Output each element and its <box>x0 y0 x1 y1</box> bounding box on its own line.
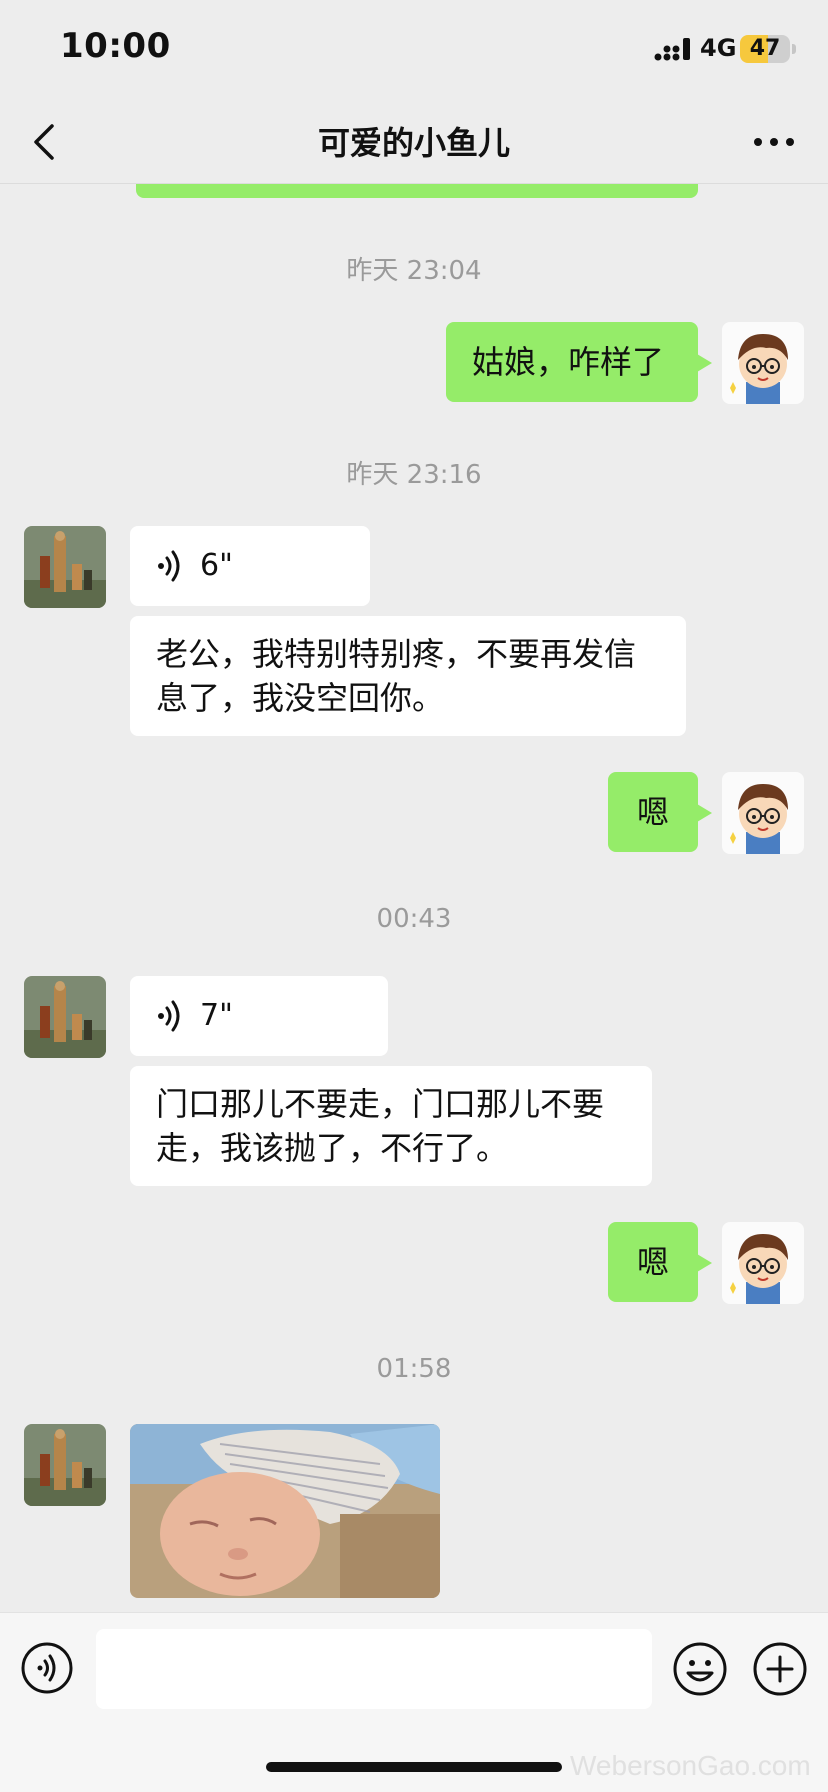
message-text-line: 息了，我没空回你。 <box>156 679 445 717</box>
home-indicator[interactable] <box>266 1762 562 1772</box>
message-text: 嗯 <box>636 1243 669 1281</box>
status-time: 10:00 <box>60 26 171 66</box>
message-timestamp: 01:58 <box>376 1354 452 1384</box>
previous-message-bubble[interactable] <box>136 184 698 198</box>
more-options-icon[interactable] <box>750 124 798 160</box>
voice-duration: 6" <box>200 548 233 583</box>
message-timestamp: 00:43 <box>376 904 452 934</box>
contact-photo-avatar-icon <box>24 976 106 1058</box>
incoming-message-bubble[interactable]: 老公，我特别特别疼，不要再发信 息了，我没空回你。 <box>130 616 686 736</box>
message-text: 嗯 <box>636 793 669 831</box>
contact-avatar[interactable] <box>24 1424 106 1506</box>
battery-cap <box>792 44 796 54</box>
outgoing-message-bubble[interactable]: 嗯 <box>608 772 712 852</box>
contact-photo-avatar-icon <box>24 526 106 608</box>
voice-wave-icon <box>158 550 180 582</box>
message-text-line: 走，我该抛了，不行了。 <box>156 1129 509 1167</box>
outgoing-message-bubble[interactable]: 姑娘，咋样了 <box>446 322 712 402</box>
message-text: 姑娘，咋样了 <box>472 343 665 381</box>
emoji-icon[interactable] <box>672 1641 728 1697</box>
my-avatar[interactable] <box>722 1222 804 1304</box>
battery-level: 47 <box>749 36 781 61</box>
contact-photo-avatar-icon <box>24 1424 106 1506</box>
message-text-line: 老公，我特别特别疼，不要再发信 <box>156 635 637 673</box>
my-avatar[interactable] <box>722 772 804 854</box>
status-bar: 10:00 4G 47 <box>0 0 828 100</box>
chat-title: 可爱的小鱼儿 <box>317 124 510 162</box>
voice-input-toggle-icon[interactable] <box>20 1641 74 1695</box>
contact-avatar[interactable] <box>24 526 106 608</box>
voice-wave-icon <box>158 1000 180 1032</box>
chat-header: 可爱的小鱼儿 <box>0 100 828 184</box>
photo-message[interactable] <box>130 1424 440 1598</box>
message-timestamp: 昨天 23:16 <box>346 460 482 490</box>
incoming-voice-message[interactable]: 6" <box>130 526 370 606</box>
watermark: WebersonGao.com <box>570 1750 811 1781</box>
cartoon-boy-avatar-icon <box>722 1222 804 1304</box>
incoming-message-bubble[interactable]: 门口那儿不要走，门口那儿不要 走，我该抛了，不行了。 <box>130 1066 652 1186</box>
battery-icon: 47 <box>740 35 790 63</box>
outgoing-message-bubble[interactable]: 嗯 <box>608 1222 712 1302</box>
cellular-signal-icon <box>654 38 690 61</box>
message-text-line: 门口那儿不要走，门口那儿不要 <box>156 1085 605 1123</box>
message-input[interactable] <box>96 1629 652 1709</box>
newborn-baby-photo <box>130 1424 440 1598</box>
voice-duration: 7" <box>200 998 233 1033</box>
message-timestamp: 昨天 23:04 <box>346 256 482 286</box>
network-type-label: 4G <box>700 34 737 62</box>
contact-avatar[interactable] <box>24 976 106 1058</box>
add-attachment-icon[interactable] <box>752 1641 808 1697</box>
cartoon-boy-avatar-icon <box>722 772 804 854</box>
incoming-voice-message[interactable]: 7" <box>130 976 388 1056</box>
my-avatar[interactable] <box>722 322 804 404</box>
cartoon-boy-avatar-icon <box>722 322 804 404</box>
